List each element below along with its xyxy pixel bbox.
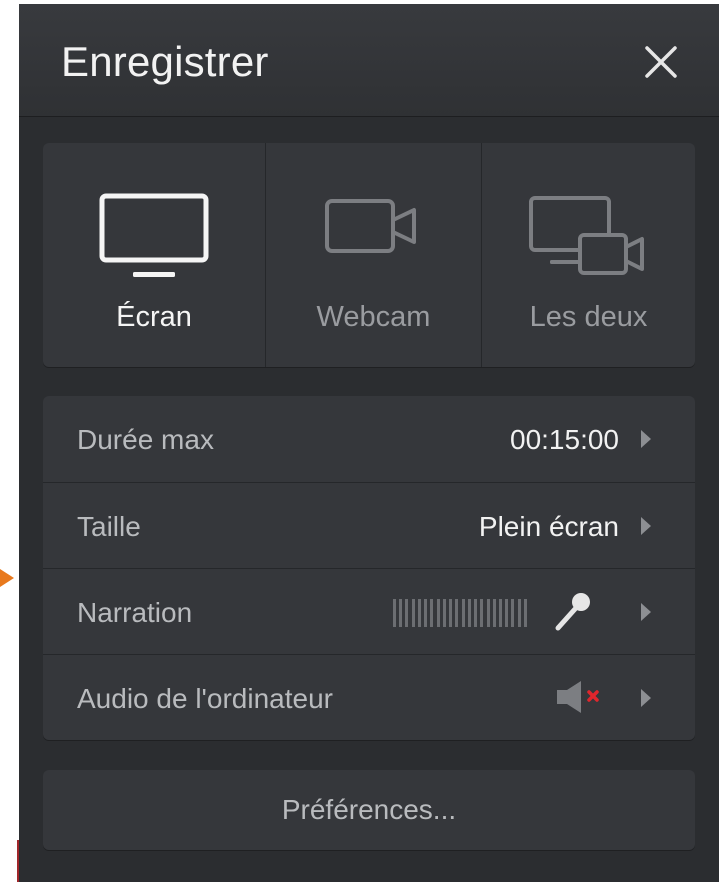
audio-level-meter	[393, 599, 527, 627]
mode-both-button[interactable]: Les deux	[481, 143, 695, 367]
max-duration-value: 00:15:00	[510, 424, 619, 455]
monitor-icon	[99, 193, 209, 277]
speaker-muted-icon	[557, 681, 599, 713]
close-button[interactable]	[639, 40, 683, 84]
mode-webcam-button[interactable]: Webcam	[265, 143, 481, 367]
panel-header: Enregistrer	[19, 4, 719, 117]
microphone-icon	[555, 593, 590, 631]
chevron-right-icon	[641, 603, 651, 621]
mode-webcam-label: Webcam	[316, 301, 431, 333]
size-value: Plein écran	[478, 511, 619, 542]
setting-narration[interactable]: Narration	[43, 568, 695, 655]
preferences-button[interactable]: Préférences...	[43, 770, 695, 850]
panel-title: Enregistrer	[61, 38, 269, 85]
preferences-label: Préférences...	[281, 794, 457, 825]
chevron-right-icon	[641, 689, 651, 707]
chevron-right-icon	[641, 517, 651, 535]
mode-screen-button[interactable]: Écran	[43, 143, 265, 367]
capture-mode-selector: Écran Webcam Les deux	[43, 143, 695, 367]
pointer-arrow	[0, 569, 14, 587]
setting-label: Taille	[77, 511, 141, 542]
mode-both-label: Les deux	[529, 301, 648, 333]
screen-and-camera-icon	[528, 196, 644, 275]
setting-label: Narration	[77, 597, 193, 628]
video-camera-icon	[324, 199, 416, 253]
close-icon	[645, 46, 677, 78]
setting-max-duration[interactable]: Durée max 00:15:00	[43, 396, 695, 482]
record-panel: Enregistrer Écran Webcam Les deux Durée …	[19, 4, 719, 882]
setting-size[interactable]: Taille Plein écran	[43, 482, 695, 569]
setting-label: Durée max	[77, 424, 214, 455]
chevron-right-icon	[641, 430, 651, 448]
mode-screen-label: Écran	[116, 301, 192, 333]
setting-computer-audio[interactable]: Audio de l'ordinateur	[43, 654, 695, 740]
settings-list: Durée max 00:15:00 Taille Plein écran Na…	[43, 396, 695, 740]
setting-label: Audio de l'ordinateur	[77, 683, 333, 714]
